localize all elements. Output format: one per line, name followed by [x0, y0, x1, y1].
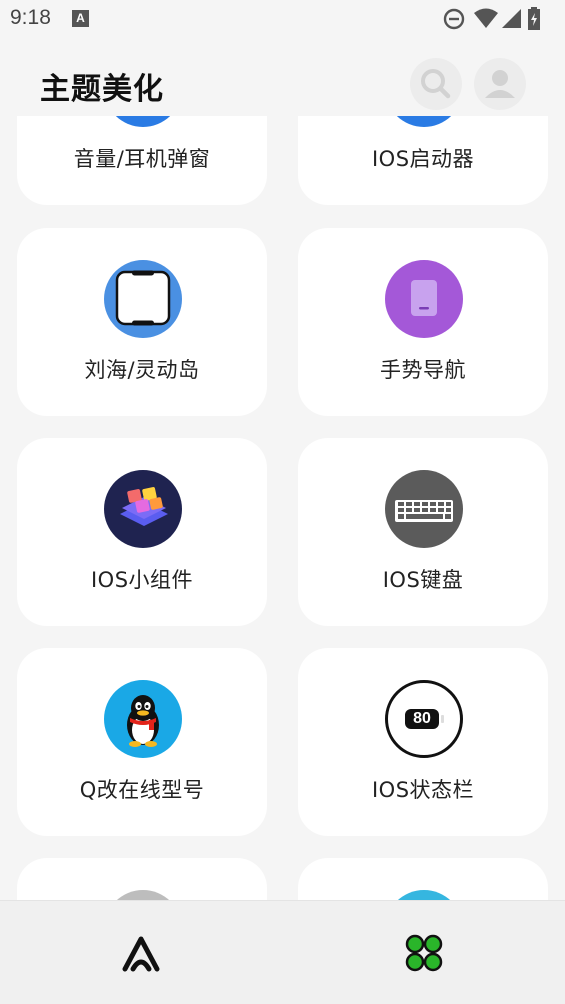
apps-grid-icon — [405, 934, 443, 972]
card-ios-widgets[interactable]: IOS小组件 — [17, 438, 267, 626]
ios-launcher-icon — [385, 116, 463, 127]
compass-icon — [385, 890, 463, 900]
widgets-icon — [104, 470, 182, 548]
bottom-nav — [0, 900, 565, 1004]
card-ios-keyboard[interactable]: IOS键盘 — [298, 438, 548, 626]
status-icons — [443, 6, 553, 32]
a-letter-icon: A — [72, 10, 89, 27]
card-label: IOS小组件 — [90, 568, 194, 592]
qq-penguin-icon — [104, 680, 182, 758]
avatar-button[interactable] — [474, 58, 526, 110]
wifi-icon — [474, 8, 498, 28]
card-label: 刘海/灵动岛 — [84, 358, 200, 382]
battery-icon — [528, 7, 540, 30]
card-label: IOS状态栏 — [371, 778, 475, 802]
card-ios-launcher[interactable]: IOS启动器 — [298, 116, 548, 205]
card-item-10[interactable] — [298, 858, 548, 900]
avatar-icon — [485, 70, 515, 98]
card-item-9[interactable] — [17, 858, 267, 900]
notch-icon — [104, 260, 182, 338]
gesture-nav-icon — [385, 260, 463, 338]
nav-theme[interactable] — [117, 929, 165, 977]
volume-popup-icon — [104, 116, 182, 127]
dnd-icon — [443, 8, 465, 30]
card-label: 手势导航 — [380, 358, 466, 382]
status-bar-battery-text: 80 — [413, 710, 431, 727]
card-label: Q改在线型号 — [79, 778, 205, 802]
gray-circle-icon — [104, 890, 182, 900]
card-gesture-nav[interactable]: 手势导航 — [298, 228, 548, 416]
status-bar-icon: 80 — [385, 680, 463, 758]
search-icon — [421, 69, 451, 99]
search-button[interactable] — [410, 58, 462, 110]
signal-icon — [502, 9, 521, 28]
card-qq-model[interactable]: Q改在线型号 — [17, 648, 267, 836]
card-label: IOS键盘 — [382, 568, 464, 592]
status-bar: 9:18 A — [0, 0, 565, 40]
nav-apps[interactable] — [400, 929, 448, 977]
card-volume-popup[interactable]: 音量/耳机弹窗 — [17, 116, 267, 205]
app-header: 主题美化 — [0, 40, 565, 116]
card-notch[interactable]: 刘海/灵动岛 — [17, 228, 267, 416]
page-title: 主题美化 — [40, 72, 164, 107]
content-scroll-area[interactable]: 音量/耳机弹窗 IOS启动器 刘海/灵动岛 手势导航 IOS小组件 IOS键盘 … — [0, 116, 565, 900]
status-time: 9:18 — [10, 6, 51, 29]
theme-a-icon — [122, 936, 160, 972]
card-label: IOS启动器 — [371, 147, 475, 171]
keyboard-icon — [385, 470, 463, 548]
card-ios-status-bar[interactable]: 80 IOS状态栏 — [298, 648, 548, 836]
card-label: 音量/耳机弹窗 — [73, 147, 211, 171]
